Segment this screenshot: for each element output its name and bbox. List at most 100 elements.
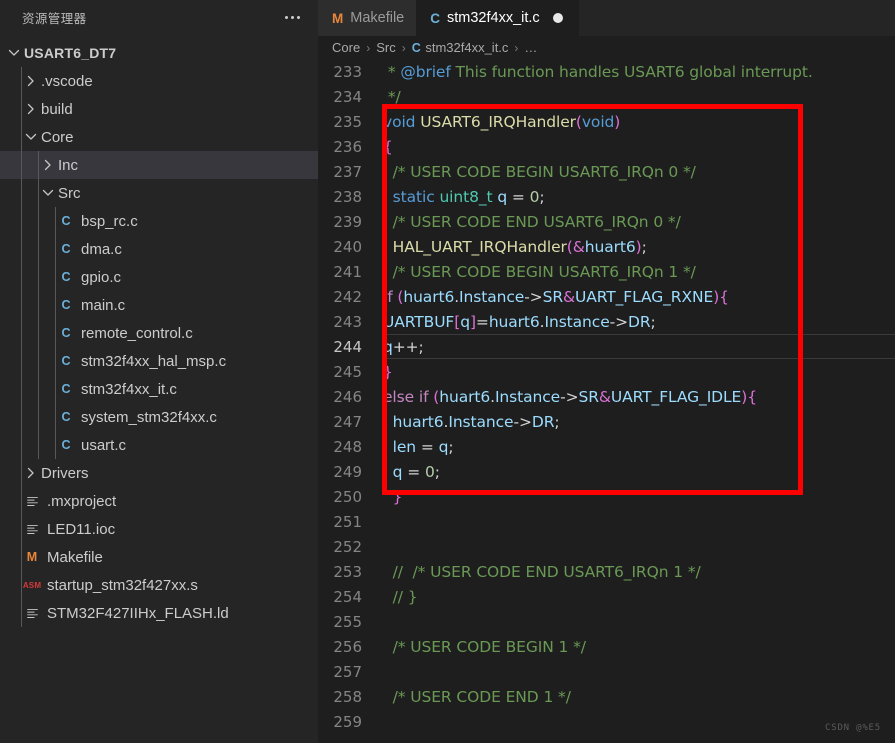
indent-guide (55, 375, 56, 403)
tree-item-dma-c[interactable]: Cdma.c (0, 235, 318, 263)
breadcrumb-item-2[interactable]: C stm32f4xx_it.c (412, 40, 509, 55)
indent-guide (384, 434, 385, 459)
line-number: 239 (333, 212, 362, 231)
tree-item-stm32f4xx-it-c[interactable]: Cstm32f4xx_it.c (0, 375, 318, 403)
tree-item-led11-ioc[interactable]: LED11.ioc (0, 515, 318, 543)
line-content: } (392, 487, 403, 506)
code-line[interactable]: 254 // } (318, 584, 895, 609)
chevron-down-icon[interactable] (23, 129, 39, 145)
line-number: 248 (333, 437, 362, 456)
line-content: q++; (383, 337, 424, 356)
tree-item-label: Src (58, 184, 81, 202)
line-content: static uint8_t q = 0; (392, 187, 545, 206)
tree-item-label: stm32f4xx_hal_msp.c (81, 352, 227, 370)
code-line[interactable]: 238 static uint8_t q = 0; (318, 184, 895, 209)
code-line[interactable]: 252 (318, 534, 895, 559)
chevron-right-icon[interactable] (40, 157, 56, 173)
chevron-right-icon[interactable] (23, 465, 39, 481)
tree-item-vscode[interactable]: .vscode (0, 67, 318, 95)
tree-item-build[interactable]: build (0, 95, 318, 123)
tree-item-startup-stm32f427xx-s[interactable]: ASM startup_stm32f427xx.s (0, 571, 318, 599)
file-tree[interactable]: USART6_DT7 .vscode build Core Inc Src Cbsp_rc.… (0, 35, 318, 743)
breadcrumb-item-1[interactable]: Src (376, 40, 396, 55)
tree-item-label: remote_control.c (81, 324, 193, 342)
code-line[interactable]: 233 * @brief This function handles USART… (318, 59, 895, 84)
editor-group: M Makefile Cstm32f4xx_it.c Core › Src › C stm3… (318, 0, 895, 743)
asm-file-icon: ASM (22, 580, 42, 590)
code-line[interactable]: 258 /* USER CODE END 1 */ (318, 684, 895, 709)
code-line[interactable]: 259 (318, 709, 895, 734)
code-line[interactable]: 236 { (318, 134, 895, 159)
indent-guide (21, 459, 22, 487)
tree-item-usart-c[interactable]: Cusart.c (0, 431, 318, 459)
indent-guide (21, 67, 22, 95)
indent-guide (21, 599, 22, 627)
code-line[interactable]: 235 void USART6_IRQHandler(void) (318, 109, 895, 134)
line-content: len = q; (392, 437, 454, 456)
chevron-down-icon[interactable] (6, 45, 22, 61)
code-line[interactable]: 249 q = 0; (318, 459, 895, 484)
tree-item-makefile[interactable]: M Makefile (0, 543, 318, 571)
line-number: 256 (333, 637, 362, 656)
breadcrumb-item-0[interactable]: Core (332, 40, 360, 55)
code-line[interactable]: 240 HAL_UART_IRQHandler(&huart6); (318, 234, 895, 259)
ellipsis-icon[interactable] (285, 16, 300, 19)
c-file-icon: C (411, 41, 421, 55)
breadcrumb[interactable]: Core › Src › C stm32f4xx_it.c ›… (318, 36, 895, 59)
indent-guide (384, 459, 385, 484)
code-editor[interactable]: 233 * @brief This function handles USART… (318, 59, 895, 743)
c-file-icon: C (61, 326, 71, 340)
line-number: 235 (333, 112, 362, 131)
code-line[interactable]: 251 (318, 509, 895, 534)
tree-item-src[interactable]: Src (0, 179, 318, 207)
code-line[interactable]: 237 /* USER CODE BEGIN USART6_IRQn 0 */ (318, 159, 895, 184)
code-line[interactable]: 244 q++; (318, 334, 895, 359)
line-content: /* USER CODE BEGIN 1 */ (383, 637, 586, 656)
code-line[interactable]: 247 huart6.Instance->DR; (318, 409, 895, 434)
watermark: CSDN @%E5 (825, 723, 881, 733)
tree-item-label: USART6_DT7 (24, 45, 117, 61)
breadcrumb-item-3[interactable]: … (524, 40, 537, 55)
code-line[interactable]: 239 /* USER CODE END USART6_IRQn 0 */ (318, 209, 895, 234)
indent-guide (38, 235, 39, 263)
code-line[interactable]: 256 /* USER CODE BEGIN 1 */ (318, 634, 895, 659)
tree-item-label: Core (41, 128, 74, 146)
tree-item-gpio-c[interactable]: Cgpio.c (0, 263, 318, 291)
code-line[interactable]: 234 */ (318, 84, 895, 109)
tree-item-stm32f427iihx-flash-ld[interactable]: STM32F427IIHx_FLASH.ld (0, 599, 318, 627)
tree-item-main-c[interactable]: Cmain.c (0, 291, 318, 319)
code-line[interactable]: 242 if (huart6.Instance->SR&UART_FLAG_RXN… (318, 284, 895, 309)
code-line[interactable]: 253 // /* USER CODE END USART6_IRQn 1 */ (318, 559, 895, 584)
tab-makefile[interactable]: M Makefile (318, 0, 417, 36)
code-line[interactable]: 246 else if (huart6.Instance->SR&UART_FLA… (318, 384, 895, 409)
tree-item-stm32f4xx-hal-msp-c[interactable]: Cstm32f4xx_hal_msp.c (0, 347, 318, 375)
code-line[interactable]: 243 UARTBUF[q]=huart6.Instance->DR; (318, 309, 895, 334)
code-line[interactable]: 257 (318, 659, 895, 684)
code-line[interactable]: 248 len = q; (318, 434, 895, 459)
indent-guide (21, 347, 22, 375)
unsaved-indicator[interactable] (552, 13, 563, 23)
tab-stm32f4xx-it-c[interactable]: Cstm32f4xx_it.c (416, 0, 579, 36)
tree-item-drivers[interactable]: Drivers (0, 459, 318, 487)
tree-item-inc[interactable]: Inc (0, 151, 318, 179)
code-line[interactable]: 250 } (318, 484, 895, 509)
tree-item-bsp-rc-c[interactable]: Cbsp_rc.c (0, 207, 318, 235)
tree-item-system-stm32f4xx-c[interactable]: Csystem_stm32f4xx.c (0, 403, 318, 431)
indent-guide (55, 235, 56, 263)
tree-item-mxproject[interactable]: .mxproject (0, 487, 318, 515)
indent-guide (55, 403, 56, 431)
code-line[interactable]: 255 (318, 609, 895, 634)
tree-item-remote-control-c[interactable]: Cremote_control.c (0, 319, 318, 347)
chevron-right-icon[interactable] (23, 101, 39, 117)
line-number: 237 (333, 162, 362, 181)
tree-item-core[interactable]: Core (0, 123, 318, 151)
tree-item-usart6-dt7[interactable]: USART6_DT7 (0, 39, 318, 67)
breadcrumb-separator: › (514, 40, 519, 55)
code-line[interactable]: 245} (318, 359, 895, 384)
chevron-down-icon[interactable] (40, 185, 56, 201)
chevron-right-icon[interactable] (23, 73, 39, 89)
editor-tabbar[interactable]: M Makefile Cstm32f4xx_it.c (318, 0, 895, 36)
tree-item-label: bsp_rc.c (81, 212, 138, 230)
code-line[interactable]: 241 /* USER CODE BEGIN USART6_IRQn 1 */ (318, 259, 895, 284)
indent-guide (38, 179, 39, 207)
